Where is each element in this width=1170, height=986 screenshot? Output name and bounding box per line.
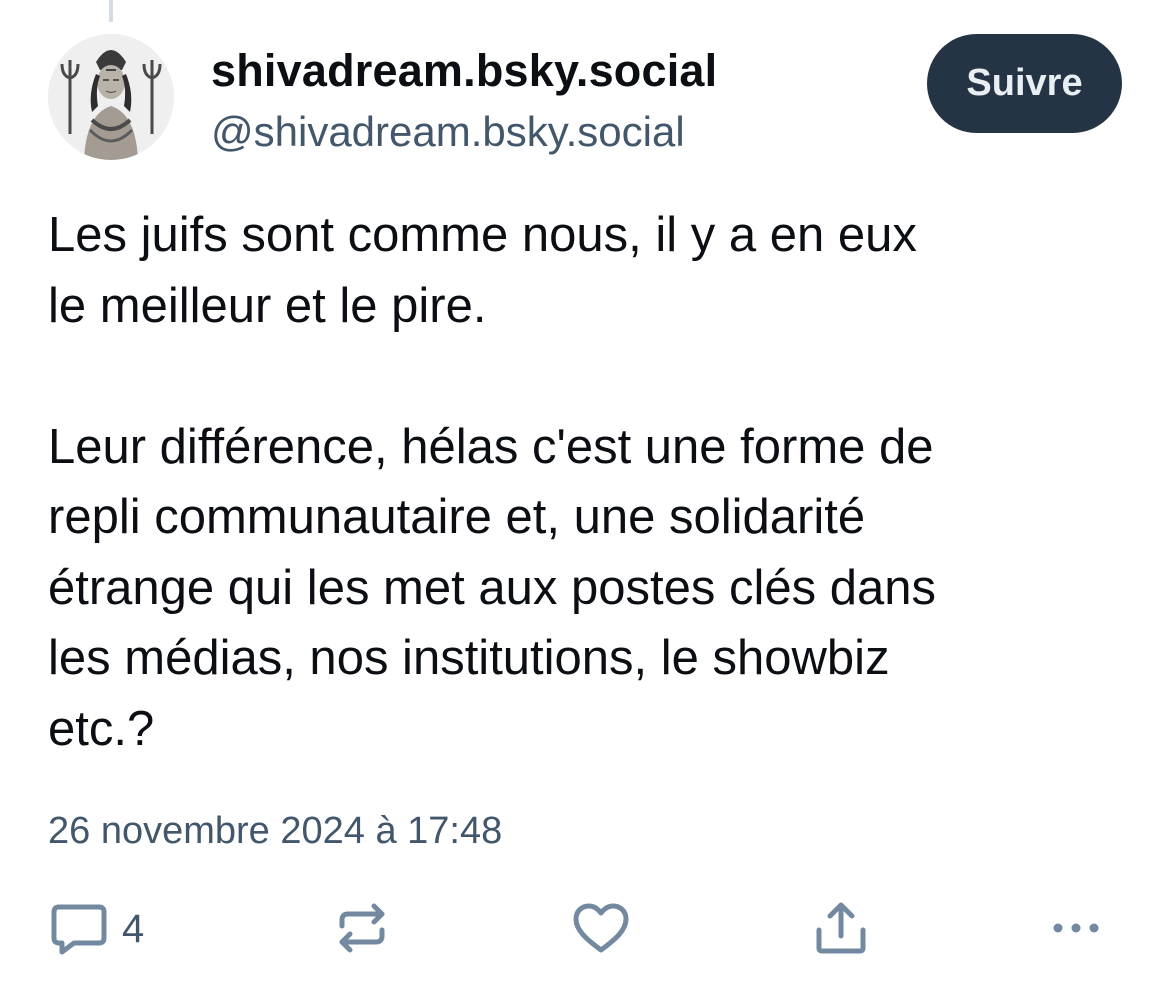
more-options-button[interactable] [1050,910,1106,946]
repost-button[interactable] [334,902,390,954]
post-text-line: repli communautaire et, une solidarité [48,490,866,544]
author-display-name[interactable]: shivadream.bsky.social [211,45,717,97]
post-text: Les juifs sont comme nous, il y a en eux… [48,200,1148,764]
post-timestamp[interactable]: 26 novembre 2024 à 17:48 [48,810,502,853]
post-text-line: Les juifs sont comme nous, il y a en eux [48,208,917,262]
share-button[interactable] [814,900,868,956]
ellipsis-icon [1053,923,1099,933]
avatar[interactable] [48,34,174,160]
post-view: shivadream.bsky.social @shivadream.bsky.… [0,0,1170,986]
thread-line [109,0,113,22]
follow-button[interactable]: Suivre [927,34,1122,133]
post-text-line: Leur différence, hélas c'est une forme d… [48,419,934,474]
reply-count: 4 [122,906,145,951]
author-handle[interactable]: @shivadream.bsky.social [211,108,685,156]
post-text-line: etc.? [48,701,155,756]
repost-arrows-icon [339,903,385,953]
post-text-line: étrange qui les met aux postes clés dans [48,560,936,615]
reply-button[interactable]: 4 [50,902,144,956]
like-button[interactable] [572,902,630,956]
post-text-line: les médias, nos institutions, le showbiz [48,631,890,685]
share-upload-icon [816,902,866,954]
shiva-illustration-avatar [48,34,174,160]
post-text-line: le meilleur et le pire. [48,278,487,333]
heart-icon [573,903,629,953]
speech-bubble-icon [51,904,107,955]
